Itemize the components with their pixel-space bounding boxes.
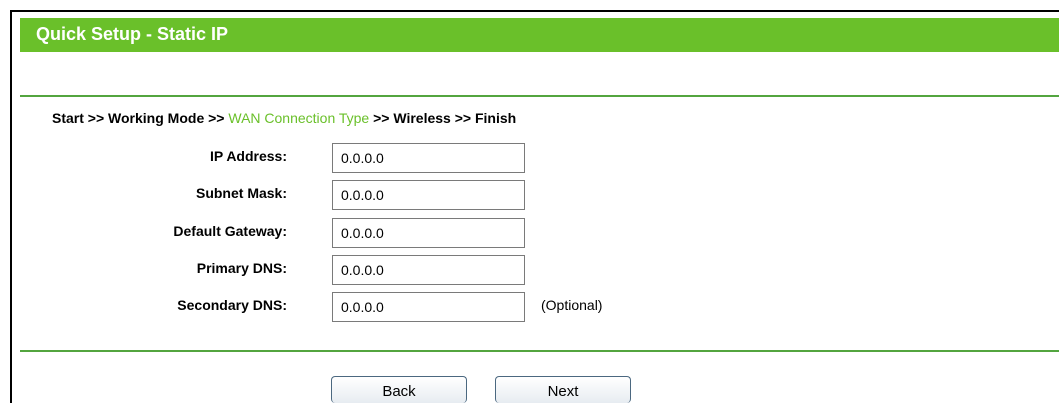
breadcrumb-step-wireless: Wireless bbox=[393, 110, 451, 126]
form-row-subnet-mask: Subnet Mask: bbox=[0, 180, 1059, 210]
breadcrumb-separator: >> bbox=[87, 110, 105, 126]
optional-note: (Optional) bbox=[541, 297, 603, 313]
form-row-primary-dns: Primary DNS: bbox=[0, 255, 1059, 285]
breadcrumb-separator: >> bbox=[373, 110, 390, 126]
subnet-mask-input[interactable] bbox=[332, 180, 525, 210]
ip-address-label: IP Address: bbox=[209, 148, 287, 164]
form-row-ip-address: IP Address: bbox=[0, 143, 1059, 173]
form-row-default-gateway: Default Gateway: bbox=[0, 218, 1059, 248]
back-button[interactable]: Back bbox=[331, 376, 467, 403]
next-button[interactable]: Next bbox=[495, 376, 631, 403]
default-gateway-input[interactable] bbox=[332, 218, 525, 248]
breadcrumb-step-finish: Finish bbox=[474, 110, 517, 126]
subnet-mask-label: Subnet Mask: bbox=[195, 185, 287, 201]
breadcrumb: Start >> Working Mode >> WAN Connection … bbox=[52, 110, 516, 126]
breadcrumb-step-start: Start bbox=[52, 110, 84, 126]
breadcrumb-step-wan-connection-type: WAN Connection Type bbox=[228, 110, 370, 126]
breadcrumb-step-working-mode: Working Mode bbox=[108, 110, 205, 126]
breadcrumb-separator: >> bbox=[454, 110, 472, 126]
secondary-dns-label: Secondary DNS: bbox=[177, 297, 287, 313]
ip-address-input[interactable] bbox=[332, 143, 525, 173]
default-gateway-label: Default Gateway: bbox=[173, 223, 287, 239]
title-bar: Quick Setup - Static IP bbox=[20, 18, 1059, 52]
page-title: Quick Setup - Static IP bbox=[36, 24, 229, 44]
primary-dns-input[interactable] bbox=[332, 255, 525, 285]
primary-dns-label: Primary DNS: bbox=[196, 260, 287, 276]
top-divider bbox=[20, 95, 1059, 97]
bottom-divider bbox=[20, 350, 1059, 352]
breadcrumb-separator: >> bbox=[208, 110, 225, 126]
secondary-dns-input[interactable] bbox=[332, 292, 525, 322]
form-row-secondary-dns: Secondary DNS: (Optional) bbox=[0, 292, 1059, 322]
